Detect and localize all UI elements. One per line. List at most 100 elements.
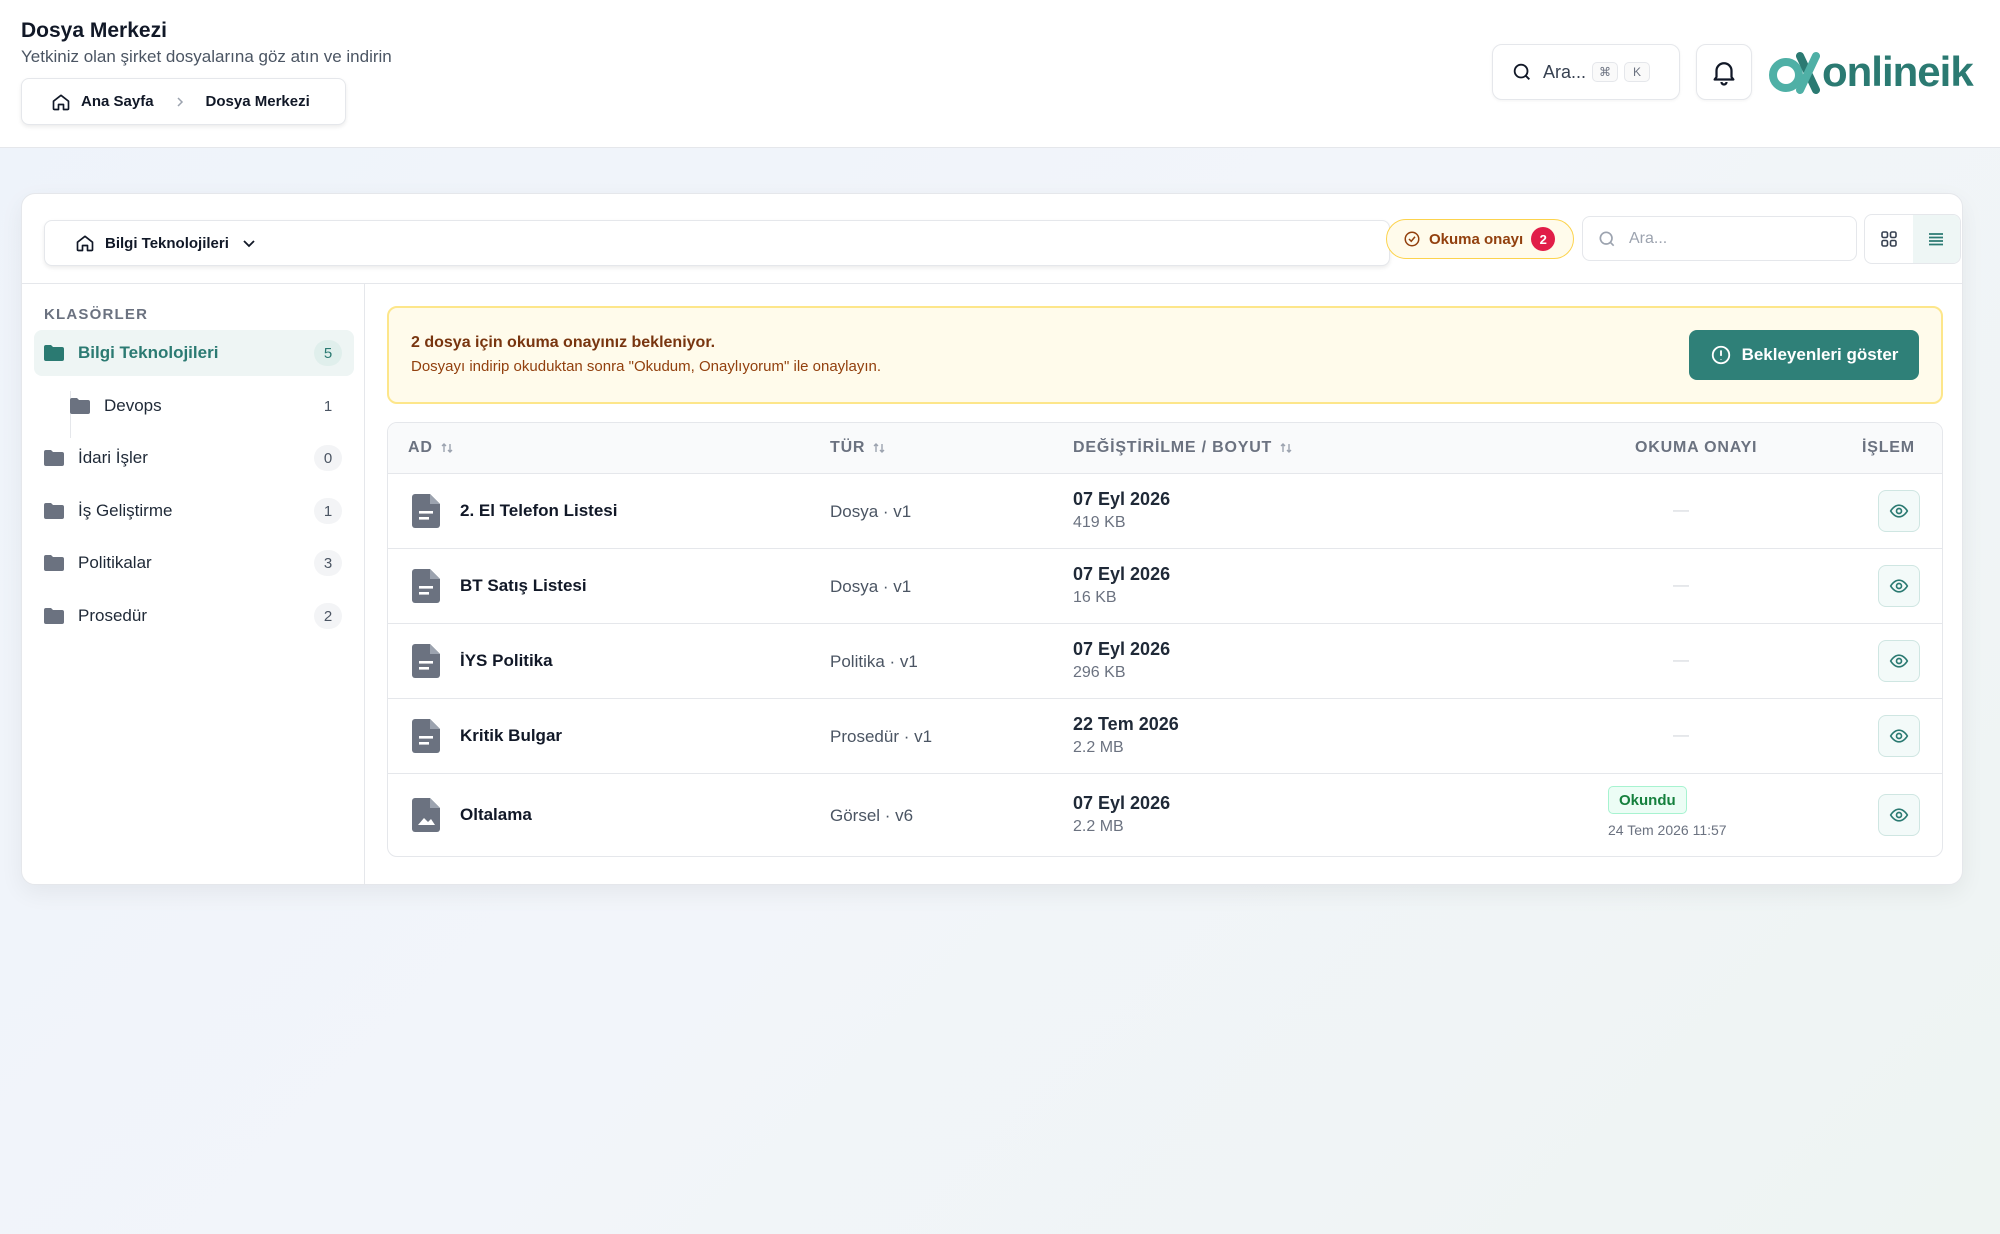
read-status-empty: —	[1673, 502, 1689, 519]
table-row[interactable]: Kritik Bulgar Prosedür · v1 22 Tem 2026 …	[388, 699, 1942, 774]
sidebar-item-label: İş Geliştirme	[78, 501, 173, 520]
pending-approval-alert: 2 dosya için okuma onayınız bekleniyor. …	[387, 306, 1943, 404]
file-name[interactable]: Kritik Bulgar	[460, 726, 562, 746]
folder-count-badge: 1	[314, 498, 342, 524]
eye-icon	[1889, 504, 1909, 518]
read-status-empty: —	[1673, 727, 1689, 744]
eye-icon	[1889, 654, 1909, 668]
eye-icon	[1889, 729, 1909, 743]
sort-icon	[873, 443, 885, 453]
grid-view-button[interactable]	[1865, 215, 1913, 263]
table-row[interactable]: İYS Politika Politika · v1 07 Eyl 2026 2…	[388, 624, 1942, 699]
read-status-empty: —	[1673, 652, 1689, 669]
view-file-button[interactable]	[1878, 640, 1920, 682]
sidebar-item-label: Devops	[104, 396, 162, 415]
file-size: 16 KB	[1073, 589, 1117, 606]
notifications-button[interactable]	[1696, 44, 1752, 100]
view-file-button[interactable]	[1878, 794, 1920, 836]
global-search-label: Ara...	[1543, 61, 1587, 82]
file-name[interactable]: 2. El Telefon Listesi	[460, 501, 617, 521]
list-view-button[interactable]	[1912, 215, 1960, 263]
table-row[interactable]: Oltalama Görsel · v6 07 Eyl 2026 2.2 MB …	[388, 774, 1942, 856]
eye-icon	[1889, 808, 1909, 822]
file-name[interactable]: İYS Politika	[460, 651, 553, 671]
view-file-button[interactable]	[1878, 490, 1920, 532]
view-toggle	[1864, 214, 1961, 264]
folder-sidebar: KLASÖRLER Bilgi Teknolojileri 5 Devops 1…	[22, 284, 365, 884]
shortcut-key-k: K	[1624, 62, 1651, 82]
read-status-empty: —	[1673, 577, 1689, 594]
file-type: Politika · v1	[830, 652, 918, 671]
search-icon	[1599, 231, 1615, 246]
alert-text: Dosyayı indirip okuduktan sonra "Okudum,…	[411, 358, 882, 375]
file-search-input[interactable]: Ara...	[1582, 216, 1857, 261]
view-file-button[interactable]	[1878, 715, 1920, 757]
search-icon	[1513, 63, 1530, 80]
table-header: AD TÜR DEĞİŞTİRİLME / BOYUT OKUMA ONAYI …	[388, 423, 1942, 474]
global-search-button[interactable]: Ara... ⌘ K	[1492, 44, 1680, 100]
column-label: AD	[408, 439, 433, 456]
folder-icon	[44, 555, 64, 571]
sidebar-item-label: Prosedür	[78, 606, 147, 625]
folder-count-badge: 1	[323, 397, 333, 415]
folder-icon	[44, 503, 64, 519]
file-doc-icon	[412, 494, 440, 528]
sidebar-item-is-gelistirme[interactable]: İş Geliştirme 1	[34, 488, 354, 534]
sort-icon	[441, 443, 453, 453]
check-circle-icon	[1404, 231, 1420, 247]
alert-title: 2 dosya için okuma onayınız bekleniyor.	[411, 334, 716, 351]
column-header-modified[interactable]: DEĞİŞTİRİLME / BOYUT	[1073, 439, 1294, 457]
file-name[interactable]: BT Satış Listesi	[460, 576, 587, 596]
show-pending-button[interactable]: Bekleyenleri göster	[1689, 330, 1919, 380]
breadcrumb-home-link[interactable]: Ana Sayfa	[81, 93, 154, 110]
file-date: 07 Eyl 2026	[1073, 793, 1171, 813]
file-search-placeholder: Ara...	[1629, 229, 1668, 247]
file-date: 22 Tem 2026	[1073, 714, 1179, 734]
folder-icon	[44, 608, 64, 624]
page-title: Dosya Merkezi	[21, 19, 167, 42]
file-type: Prosedür · v1	[830, 727, 933, 746]
folder-selector[interactable]: Bilgi Teknolojileri	[44, 220, 1390, 266]
card-toolbar: Bilgi Teknolojileri Okuma onayı 2 Ara...	[22, 194, 1962, 284]
home-icon	[76, 235, 94, 252]
table-row[interactable]: 2. El Telefon Listesi Dosya · v1 07 Eyl …	[388, 474, 1942, 549]
file-date: 07 Eyl 2026	[1073, 639, 1171, 659]
table-row[interactable]: BT Satış Listesi Dosya · v1 07 Eyl 2026 …	[388, 549, 1942, 624]
file-browser-card: Bilgi Teknolojileri Okuma onayı 2 Ara...…	[21, 193, 1963, 885]
list-icon	[1929, 233, 1944, 246]
show-pending-label: Bekleyenleri göster	[1741, 345, 1899, 364]
current-folder-label: Bilgi Teknolojileri	[105, 234, 229, 252]
column-header-action: İŞLEM	[1862, 439, 1915, 457]
file-doc-icon	[412, 569, 440, 603]
shortcut-key-cmd: ⌘	[1592, 62, 1619, 82]
column-label: DEĞİŞTİRİLME / BOYUT	[1073, 439, 1273, 456]
sidebar-item-bilgi-teknolojileri[interactable]: Bilgi Teknolojileri 5	[34, 330, 354, 376]
sidebar-item-politikalar[interactable]: Politikalar 3	[34, 540, 354, 586]
read-approval-filter[interactable]: Okuma onayı 2	[1386, 219, 1574, 259]
folder-count-badge: 3	[314, 550, 342, 576]
sidebar-item-idari-isler[interactable]: İdari İşler 0	[34, 435, 354, 481]
file-name[interactable]: Oltalama	[460, 805, 532, 825]
read-approval-label: Okuma onayı	[1429, 230, 1524, 248]
sidebar-item-devops[interactable]: Devops 1	[60, 383, 354, 429]
file-size: 2.2 MB	[1073, 739, 1124, 756]
read-date: 24 Tem 2026 11:57	[1608, 822, 1727, 838]
sidebar-item-label: İdari İşler	[78, 448, 148, 467]
file-table: AD TÜR DEĞİŞTİRİLME / BOYUT OKUMA ONAYI …	[387, 422, 1943, 857]
file-image-icon	[412, 798, 440, 832]
sidebar-item-label: Bilgi Teknolojileri	[78, 343, 219, 362]
folder-icon	[70, 398, 90, 414]
folder-icon	[44, 450, 64, 466]
file-type: Dosya · v1	[830, 577, 912, 596]
column-header-name[interactable]: AD	[408, 439, 455, 457]
sidebar-item-prosedur[interactable]: Prosedür 2	[34, 593, 354, 639]
folder-count-badge: 2	[314, 603, 342, 629]
folder-count-badge: 5	[314, 340, 342, 366]
bell-icon	[1713, 62, 1735, 86]
sort-icon	[1280, 443, 1292, 453]
alert-circle-icon	[1711, 345, 1730, 365]
file-doc-icon	[412, 719, 440, 753]
view-file-button[interactable]	[1878, 565, 1920, 607]
brand-logo[interactable]: onlineik	[1768, 48, 1974, 96]
column-header-type[interactable]: TÜR	[830, 439, 887, 457]
